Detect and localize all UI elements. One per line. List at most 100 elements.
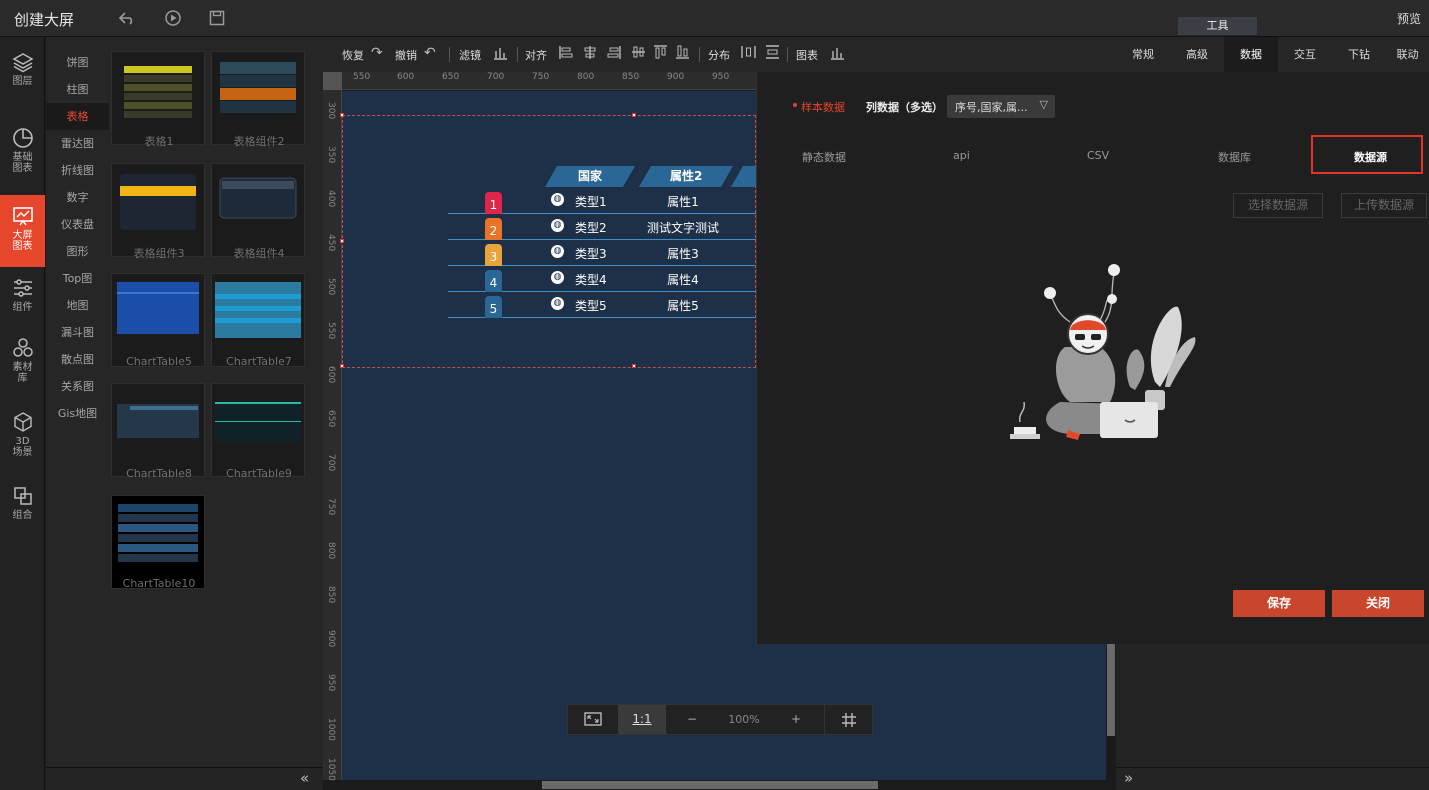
preview-button[interactable]: 预览 [1397, 10, 1421, 27]
select-datasource-button[interactable]: 选择数据源 [1233, 193, 1323, 218]
category-item[interactable]: Gis地图 [46, 400, 109, 427]
category-item[interactable]: 漏斗图 [46, 319, 109, 346]
category-item[interactable]: 仪表盘 [46, 211, 109, 238]
subtab-csv[interactable]: CSV [1087, 149, 1109, 162]
rail-layers[interactable]: 图层 [0, 51, 45, 99]
category-item[interactable]: 地图 [46, 292, 109, 319]
ruler-tick: 1000 [326, 718, 336, 741]
close-button[interactable]: 关闭 [1332, 590, 1424, 617]
align-middle-icon[interactable] [631, 45, 646, 63]
chart-icon[interactable] [830, 45, 845, 64]
redo-icon[interactable]: ↷ [371, 45, 383, 61]
tab-advanced[interactable]: 高级 [1170, 37, 1224, 72]
rail-3d-scene[interactable]: 3D 场景 [0, 411, 45, 463]
align-bottom-icon[interactable] [675, 45, 690, 63]
category-item-active[interactable]: 表格 [46, 103, 109, 130]
filter-chart-icon[interactable] [493, 45, 508, 64]
resize-handle[interactable] [632, 364, 636, 368]
expand-right-icon[interactable]: » [1124, 768, 1133, 788]
table-row[interactable]: 2 ◍ 类型2 测试文字测试 [448, 214, 756, 240]
tab-linkage[interactable]: 联动 [1386, 37, 1429, 72]
ruler-tick: 650 [326, 410, 336, 428]
align-button[interactable]: 对齐 [525, 47, 547, 63]
save-icon[interactable] [208, 9, 226, 27]
thumbnail-charttable8[interactable] [111, 383, 205, 477]
align-left-icon[interactable] [559, 45, 573, 64]
horizontal-scrollbar[interactable] [342, 780, 1106, 790]
resize-handle[interactable] [340, 239, 344, 243]
tab-data[interactable]: 数据 [1224, 37, 1278, 72]
table-row[interactable]: 1 ◍ 类型1 属性1 [448, 188, 756, 214]
thumbnail-table2[interactable] [211, 51, 305, 145]
column-select[interactable]: 序号,国家,属... ▽ [947, 95, 1055, 118]
undo-icon[interactable]: ↶ [424, 45, 436, 61]
table-row[interactable]: 3 ◍ 类型3 属性3 [448, 240, 756, 266]
resize-handle[interactable] [340, 113, 344, 117]
rail-assets[interactable]: 素材 库 [0, 337, 45, 389]
distribute-button[interactable]: 分布 [708, 47, 730, 63]
tab-drilldown[interactable]: 下钻 [1332, 37, 1386, 72]
thumbnail-charttable5[interactable] [111, 273, 205, 367]
subtab-database[interactable]: 数据库 [1218, 149, 1251, 165]
toolbar-separator [517, 47, 518, 62]
empty-state-illustration [1000, 262, 1200, 447]
subtab-static[interactable]: 静态数据 [802, 149, 846, 165]
fit-screen-icon[interactable] [568, 705, 617, 734]
thumbnail-charttable7[interactable] [211, 273, 305, 367]
ruler-tick: 850 [326, 586, 336, 604]
thumbnail-table4[interactable] [211, 163, 305, 257]
play-icon[interactable] [164, 9, 182, 27]
attr-cell: 属性4 [667, 273, 699, 287]
ruler-tick: 400 [326, 190, 336, 208]
restore-button[interactable]: 恢复 [342, 47, 364, 63]
collapse-left-icon[interactable]: « [300, 768, 309, 788]
undo-button[interactable]: 撤销 [395, 47, 417, 63]
resize-handle[interactable] [340, 364, 344, 368]
category-item[interactable]: 图形 [46, 238, 109, 265]
table-row[interactable]: 4 ◍ 类型4 属性4 [448, 266, 756, 292]
ratio-button[interactable]: 1:1 [618, 705, 666, 734]
subtab-api[interactable]: api [953, 149, 970, 162]
category-item[interactable]: 关系图 [46, 373, 109, 400]
upload-datasource-button[interactable]: 上传数据源 [1341, 193, 1427, 218]
distribute-v-icon[interactable] [765, 45, 780, 63]
rail-basic-chart[interactable]: 基础 图表 [0, 127, 45, 179]
scroll-thumb[interactable] [1107, 641, 1115, 736]
filter-button[interactable]: 滤镜 [459, 47, 481, 63]
thumbnail-charttable9[interactable] [211, 383, 305, 477]
align-top-icon[interactable] [653, 45, 668, 63]
category-item[interactable]: 折线图 [46, 157, 109, 184]
chart-button[interactable]: 图表 [796, 47, 818, 63]
table-row[interactable]: 5 ◍ 类型5 属性5 [448, 292, 756, 318]
grid-icon[interactable] [824, 705, 873, 734]
resize-handle[interactable] [632, 113, 636, 117]
category-item[interactable]: 散点图 [46, 346, 109, 373]
align-center-h-icon[interactable] [583, 45, 597, 64]
thumbnail-charttable10[interactable] [111, 495, 205, 589]
category-item[interactable]: 数字 [46, 184, 109, 211]
category-item[interactable]: 柱图 [46, 76, 109, 103]
thumbnail-table3[interactable] [111, 163, 205, 257]
category-item[interactable]: 饼图 [46, 49, 109, 76]
category-item[interactable]: 雷达图 [46, 130, 109, 157]
rail-screen-chart[interactable]: 大屏 图表 [0, 195, 45, 267]
rail-label: 库 [17, 373, 28, 384]
tools-tab[interactable]: 工具 [1178, 17, 1257, 35]
distribute-h-icon[interactable] [741, 45, 756, 63]
back-icon[interactable] [118, 9, 136, 27]
scroll-thumb[interactable] [542, 781, 878, 789]
thumbnail-label: 表格组件4 [233, 247, 285, 260]
rank-badge: 3 [485, 244, 502, 266]
align-right-icon[interactable] [607, 45, 621, 64]
rail-label: 3D [15, 436, 30, 447]
tab-interaction[interactable]: 交互 [1278, 37, 1332, 72]
category-item[interactable]: Top图 [46, 265, 109, 292]
save-button[interactable]: 保存 [1233, 590, 1325, 617]
tab-general[interactable]: 常规 [1116, 37, 1170, 72]
zoom-out-button[interactable]: − [672, 705, 712, 734]
rail-components[interactable]: 组件 [0, 277, 45, 319]
thumbnail-label: 表格组件2 [233, 135, 285, 148]
rail-group[interactable]: 组合 [0, 485, 45, 527]
thumbnail-table1[interactable] [111, 51, 205, 145]
zoom-in-button[interactable]: + [776, 705, 816, 734]
